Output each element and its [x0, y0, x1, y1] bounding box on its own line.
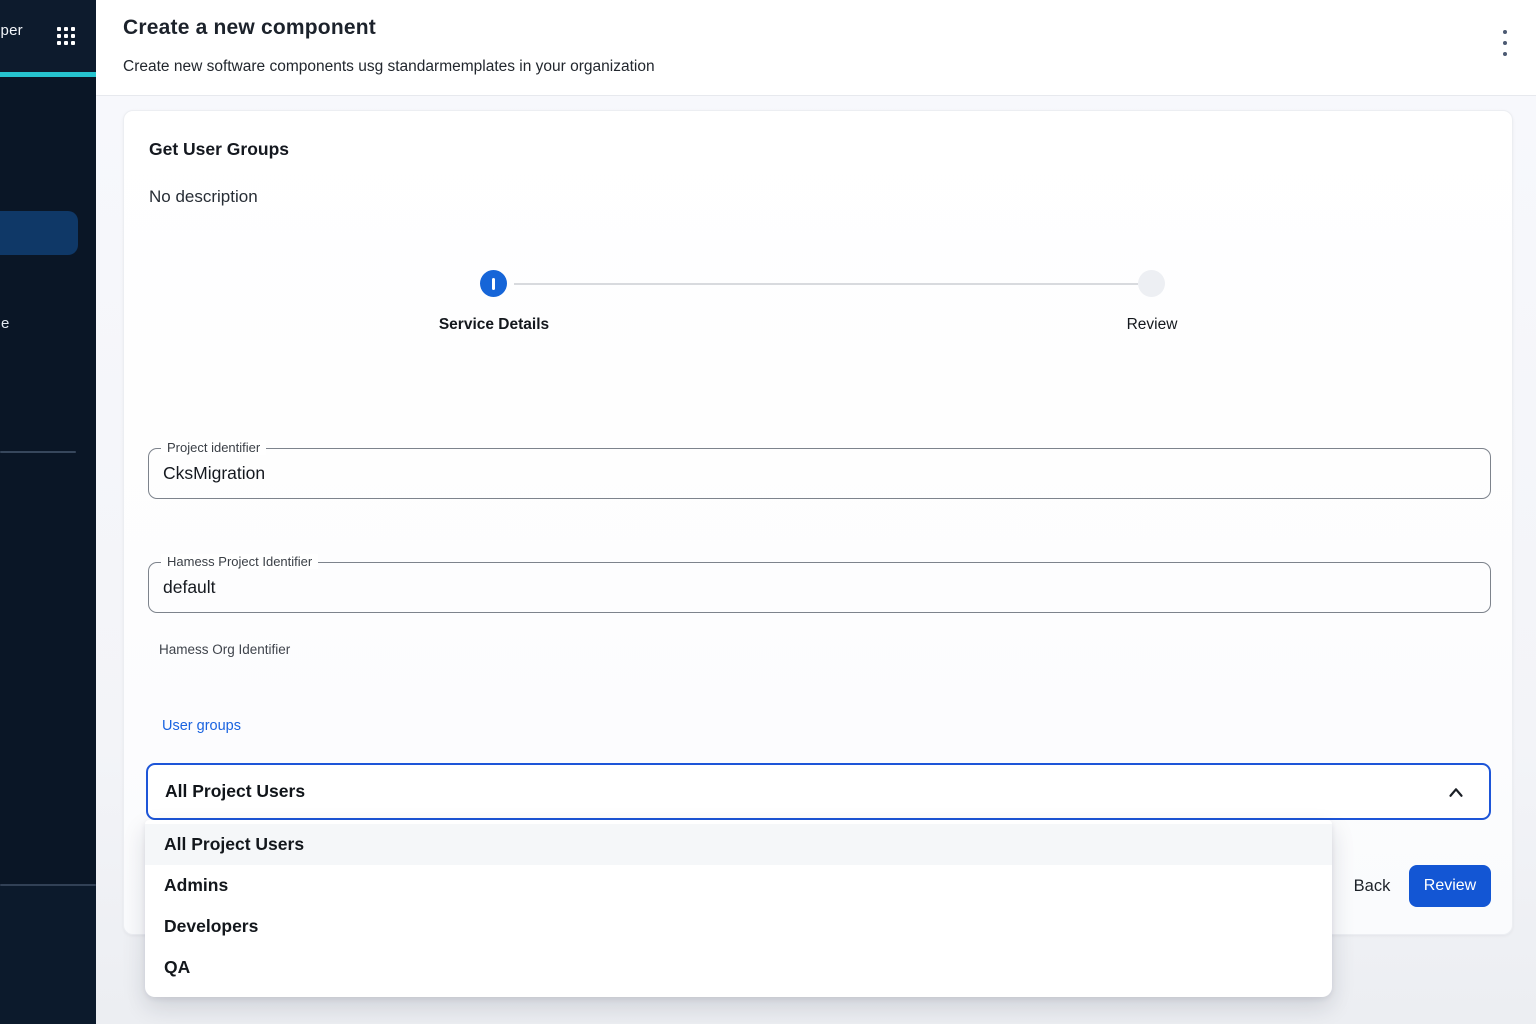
org-identifier-label: Hamess Org Identifier: [159, 642, 290, 657]
dropdown-option-developers[interactable]: Developers: [145, 906, 1332, 947]
harness-project-identifier-value[interactable]: default: [163, 563, 216, 612]
stepper-step-2-label: Review: [1032, 316, 1272, 334]
user-groups-select[interactable]: All Project Users: [146, 763, 1491, 820]
sidebar: lper e: [0, 0, 96, 1024]
sidebar-header: lper: [0, 0, 96, 72]
project-identifier-field[interactable]: Project identifier CksMigration: [148, 448, 1491, 499]
back-button[interactable]: Back: [1346, 865, 1398, 907]
sidebar-header-label: lper: [0, 22, 23, 39]
dropdown-option-all-project-users[interactable]: All Project Users: [145, 824, 1332, 865]
project-identifier-value[interactable]: CksMigration: [163, 449, 265, 498]
review-button[interactable]: Review: [1409, 865, 1491, 907]
kebab-menu-icon[interactable]: [1498, 29, 1512, 57]
dropdown-option-qa[interactable]: QA: [145, 947, 1332, 988]
stepper-step-2-dot[interactable]: [1138, 270, 1165, 297]
page-header: Create a new component Create new softwa…: [96, 0, 1536, 96]
sidebar-active-nav-item[interactable]: [0, 211, 78, 255]
harness-project-identifier-field[interactable]: Hamess Project Identifier default: [148, 562, 1491, 613]
sidebar-bottom-section: [0, 886, 96, 1024]
stepper-connector-line: [514, 283, 1138, 285]
sidebar-divider: [0, 884, 96, 886]
stepper-step-1-dot[interactable]: [480, 270, 507, 297]
sidebar-divider: [0, 451, 76, 453]
card-title: Get User Groups: [149, 139, 289, 160]
card-description: No description: [149, 187, 258, 207]
page-title: Create a new component: [123, 16, 376, 40]
dropdown-option-admins[interactable]: Admins: [145, 865, 1332, 906]
form-card: Get User Groups No description Service D…: [123, 110, 1513, 935]
apps-grid-icon[interactable]: [57, 27, 76, 46]
teal-accent-bar: [0, 72, 96, 77]
chevron-up-icon[interactable]: [1445, 782, 1467, 804]
user-groups-dropdown-panel: All Project Users Admins Developers QA: [145, 820, 1332, 997]
user-groups-select-value: All Project Users: [165, 781, 305, 802]
sidebar-nav-item-label[interactable]: e: [1, 315, 9, 332]
page-subtitle: Create new software components usg stand…: [123, 58, 655, 76]
stepper-step-1-label: Service Details: [374, 316, 614, 334]
user-groups-link[interactable]: User groups: [162, 718, 241, 734]
